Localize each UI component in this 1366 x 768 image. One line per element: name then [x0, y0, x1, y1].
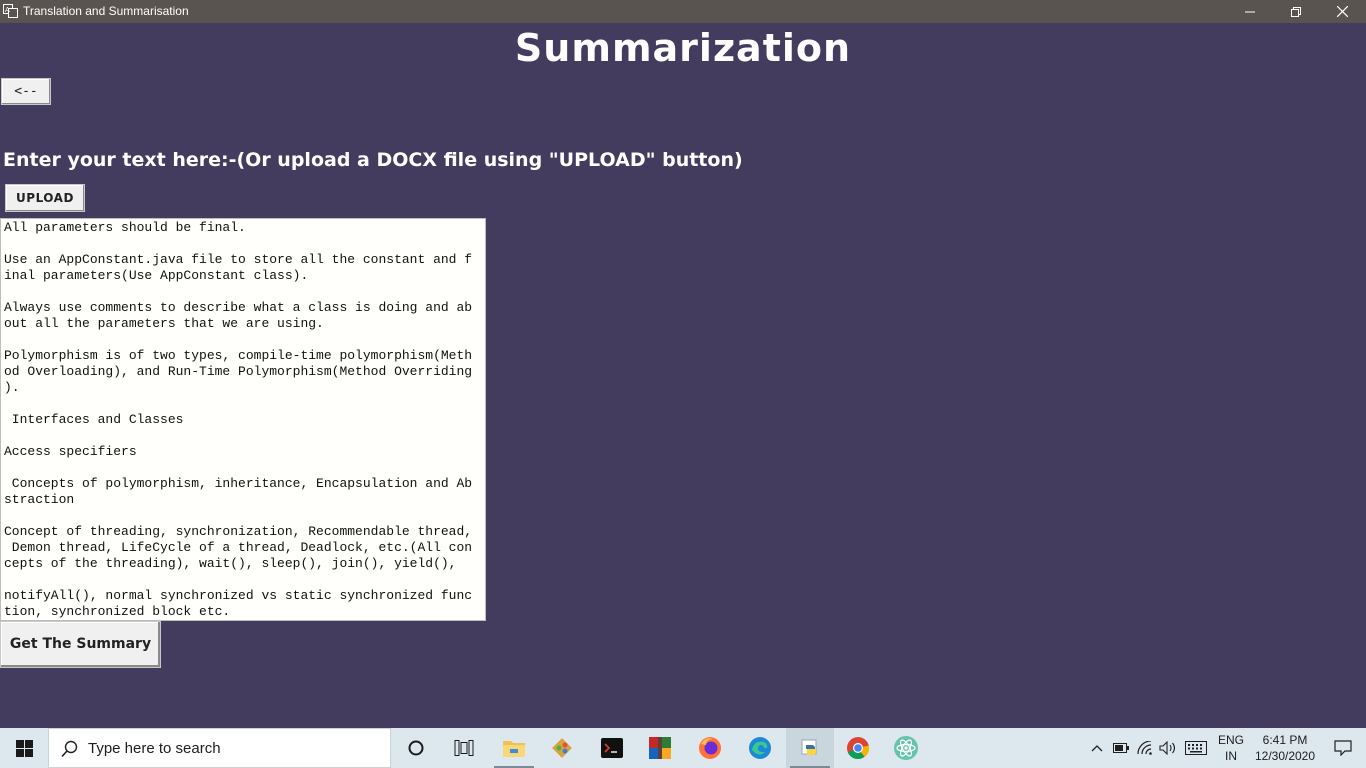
wifi-icon: [1137, 741, 1152, 755]
edge-button[interactable]: [736, 728, 784, 768]
taskbar-search-box[interactable]: Type here to search: [48, 728, 391, 768]
notification-icon: [1334, 740, 1352, 756]
text-input-area[interactable]: All parameters should be final. Use an A…: [0, 218, 486, 621]
show-hidden-icons-button[interactable]: [1086, 728, 1108, 768]
language-region: IN: [1225, 749, 1237, 763]
keyboard-button[interactable]: [1182, 728, 1210, 768]
minimize-button[interactable]: [1227, 0, 1273, 23]
input-language-indicator[interactable]: ENG IN: [1214, 732, 1248, 764]
restore-icon: [1291, 6, 1301, 17]
svg-text:A: A: [5, 6, 10, 14]
speaker-icon: [1159, 741, 1176, 755]
winrar-button[interactable]: [636, 728, 684, 768]
atom-button[interactable]: [882, 728, 930, 768]
cortana-button[interactable]: [392, 728, 440, 768]
python-button[interactable]: [786, 728, 834, 768]
upload-button[interactable]: UPLOAD: [5, 184, 85, 212]
file-explorer-button[interactable]: [490, 728, 538, 768]
terminal-icon: [601, 738, 623, 758]
close-button[interactable]: [1319, 0, 1365, 23]
windows-icon: [15, 739, 33, 757]
back-button[interactable]: <--: [1, 78, 51, 105]
edge-icon: [749, 737, 771, 759]
network-button[interactable]: [1134, 728, 1156, 768]
firefox-icon: [699, 737, 721, 759]
firefox-button[interactable]: [686, 728, 734, 768]
python-icon: [801, 739, 817, 755]
get-summary-button[interactable]: Get The Summary: [0, 621, 161, 668]
cortana-icon: [408, 740, 424, 756]
text-prompt-label: Enter your text here:-(Or upload a DOCX …: [3, 149, 743, 171]
clock[interactable]: 6:41 PM 12/30/2020: [1250, 732, 1320, 764]
search-icon: [61, 740, 78, 758]
chrome-button[interactable]: [834, 728, 882, 768]
git-button[interactable]: [538, 728, 586, 768]
file-explorer-icon: [503, 741, 525, 757]
close-icon: [1336, 6, 1348, 17]
window-title: Translation and Summarisation: [23, 4, 189, 18]
clock-date: 12/30/2020: [1254, 749, 1316, 763]
volume-button[interactable]: [1156, 728, 1180, 768]
task-view-icon: [454, 740, 474, 756]
keyboard-icon: [1185, 741, 1207, 755]
window-title-bar: A Translation and Summarisation: [0, 0, 1366, 23]
taskbar: Type here to search ENG IN 6:41 PM 12/30…: [0, 728, 1366, 768]
atom-icon: [894, 736, 918, 760]
restore-button[interactable]: [1273, 0, 1319, 23]
winrar-icon: [649, 737, 671, 759]
git-icon: [552, 738, 572, 758]
search-placeholder: Type here to search: [88, 740, 221, 757]
battery-icon: [1113, 743, 1129, 753]
clock-time: 6:41 PM: [1262, 733, 1308, 747]
page-title: Summarization: [514, 26, 852, 70]
chrome-icon: [847, 737, 870, 760]
app-icon: A: [3, 4, 18, 18]
language-code: ENG: [1217, 733, 1244, 747]
task-view-button[interactable]: [440, 728, 488, 768]
chevron-up-icon: [1091, 745, 1103, 752]
terminal-button[interactable]: [588, 728, 636, 768]
minimize-icon: [1245, 11, 1255, 12]
start-button[interactable]: [0, 728, 48, 768]
battery-button[interactable]: [1110, 728, 1132, 768]
action-center-button[interactable]: [1320, 728, 1366, 768]
